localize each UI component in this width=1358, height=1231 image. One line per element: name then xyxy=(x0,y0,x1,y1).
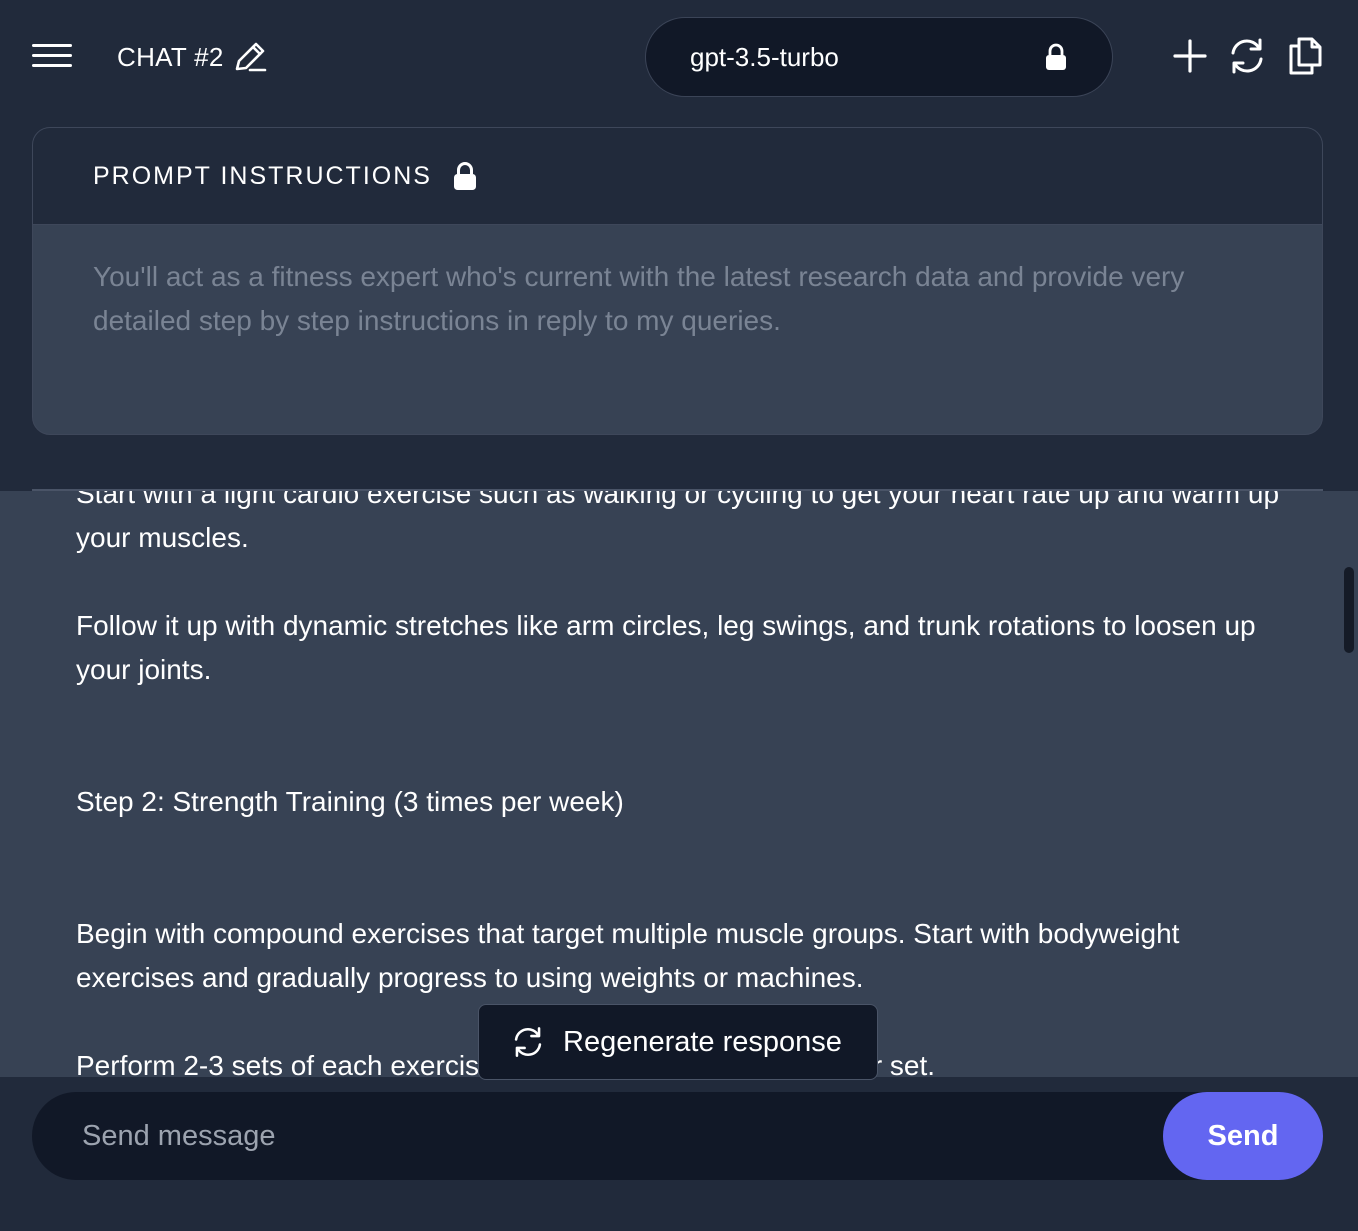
refresh-icon[interactable] xyxy=(1227,36,1267,76)
prompt-instructions-panel: PROMPT INSTRUCTIONS You'll act as a fitn… xyxy=(32,127,1323,435)
refresh-icon xyxy=(514,1027,542,1057)
scrollbar-thumb[interactable] xyxy=(1344,567,1354,653)
chat-messages: Start with a light cardio exercise such … xyxy=(0,491,1358,1077)
divider xyxy=(32,489,1323,491)
top-bar: CHAT #2 gpt-3.5-turbo xyxy=(0,0,1358,112)
prompt-instructions-header: PROMPT INSTRUCTIONS xyxy=(33,128,1322,225)
edit-icon[interactable] xyxy=(232,39,268,75)
composer: Send xyxy=(0,1077,1358,1231)
chat-app: CHAT #2 gpt-3.5-turbo PROMPT INSTRUCTION… xyxy=(0,0,1358,1231)
message-paragraph: Follow it up with dynamic stretches like… xyxy=(76,610,1256,685)
regenerate-label: Regenerate response xyxy=(563,1025,842,1058)
message-step-heading: Step 2: Strength Training (3 times per w… xyxy=(76,786,624,817)
menu-icon[interactable] xyxy=(30,40,74,72)
model-name: gpt-3.5-turbo xyxy=(690,41,839,72)
regenerate-button[interactable]: Regenerate response xyxy=(478,1004,878,1080)
message-input[interactable] xyxy=(82,1092,1142,1180)
message-input-wrapper: Send xyxy=(32,1092,1323,1180)
prompt-instructions-label: PROMPT INSTRUCTIONS xyxy=(93,161,432,190)
send-button[interactable]: Send xyxy=(1163,1092,1323,1180)
lock-icon xyxy=(1046,43,1066,70)
message-paragraph: Start with a light cardio exercise such … xyxy=(76,491,1280,553)
copy-icon[interactable] xyxy=(1285,36,1325,76)
chat-title: CHAT #2 xyxy=(117,40,268,74)
chat-title-text: CHAT #2 xyxy=(117,41,224,72)
model-selector[interactable]: gpt-3.5-turbo xyxy=(645,17,1113,97)
message-paragraph: Begin with compound exercises that targe… xyxy=(76,918,1180,993)
prompt-instructions-text: You'll act as a fitness expert who's cur… xyxy=(93,261,1185,336)
lock-icon xyxy=(453,162,476,190)
plus-icon[interactable] xyxy=(1170,36,1210,76)
